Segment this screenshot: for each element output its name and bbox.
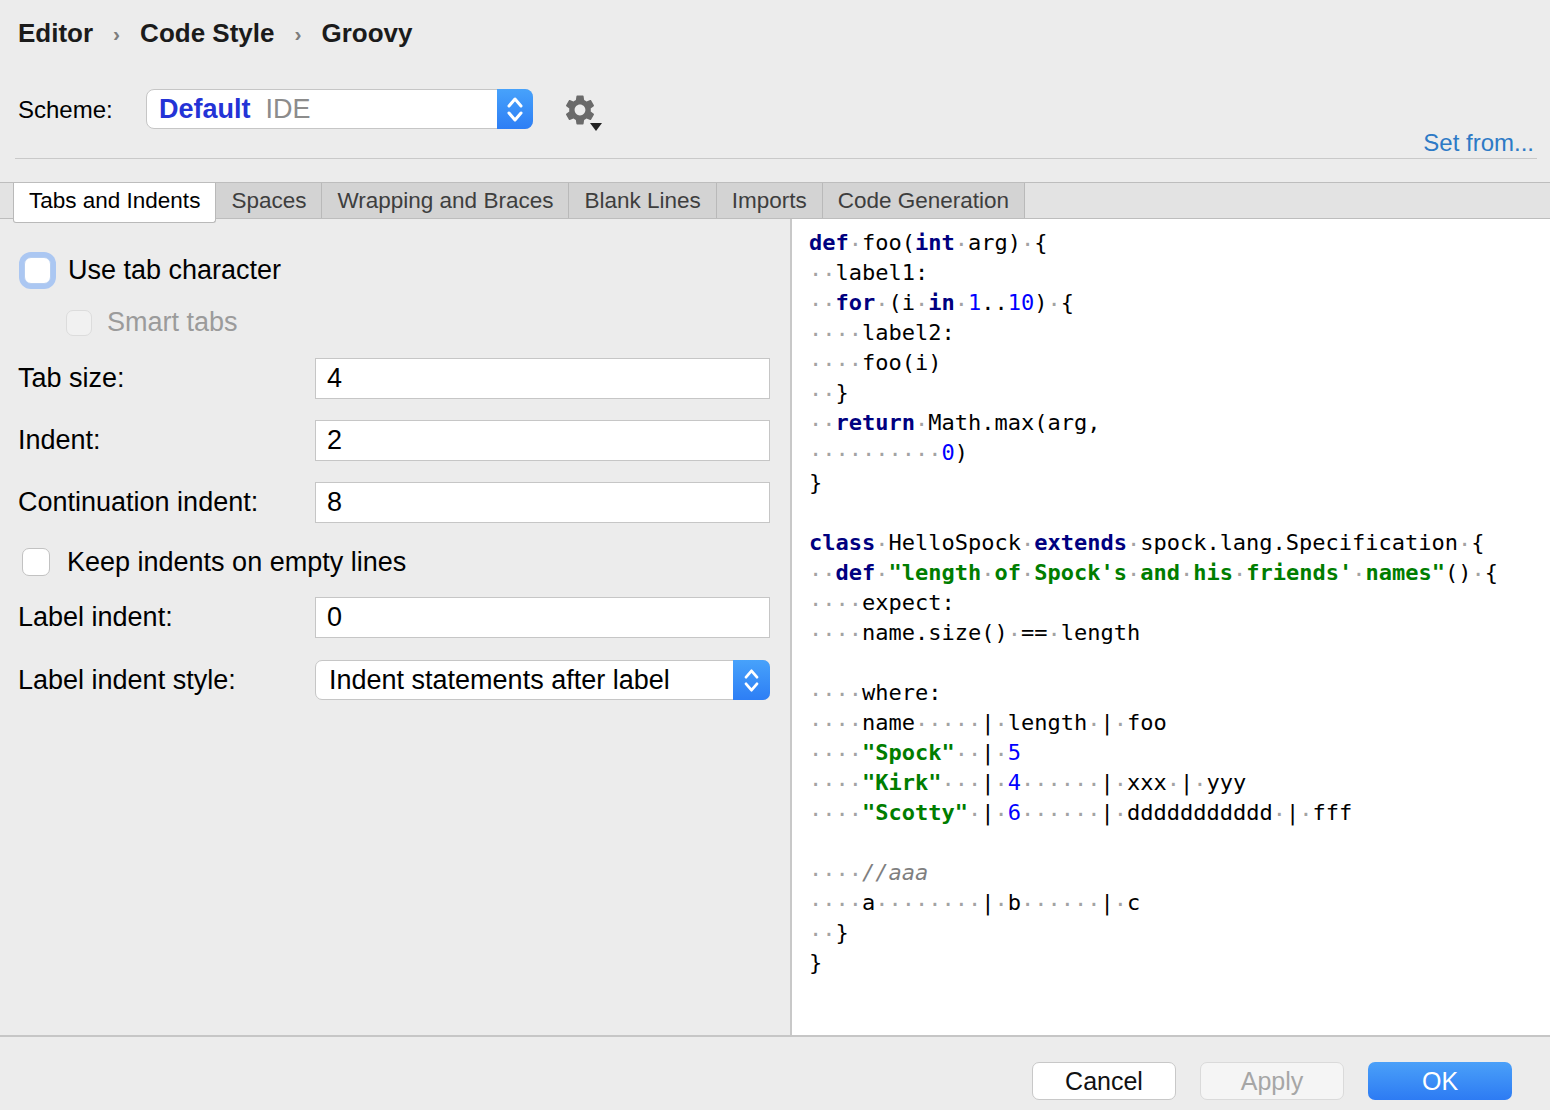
ok-button[interactable]: OK — [1368, 1062, 1512, 1100]
tab-spaces[interactable]: Spaces — [216, 183, 322, 218]
header-divider — [15, 158, 1537, 159]
set-from-link[interactable]: Set from... — [1423, 129, 1534, 157]
tab-wrapping-and-braces[interactable]: Wrapping and Braces — [322, 183, 569, 218]
breadcrumb-groovy: Groovy — [321, 18, 412, 49]
breadcrumb: Editor › Code Style › Groovy — [18, 18, 413, 49]
continuation-indent-label: Continuation indent: — [18, 487, 258, 518]
continuation-indent-input[interactable] — [315, 482, 770, 523]
apply-button[interactable]: Apply — [1200, 1062, 1344, 1100]
gear-dropdown-arrow-icon — [590, 123, 602, 131]
tab-size-input[interactable] — [315, 358, 770, 399]
smart-tabs-label: Smart tabs — [107, 307, 238, 338]
tab-size-label: Tab size: — [18, 363, 125, 394]
tab-tabs-and-indents[interactable]: Tabs and Indents — [13, 183, 216, 223]
tab-blank-lines[interactable]: Blank Lines — [569, 183, 716, 218]
tab-imports[interactable]: Imports — [717, 183, 823, 218]
keep-indents-label: Keep indents on empty lines — [67, 547, 406, 578]
scheme-value: Default — [159, 94, 251, 124]
use-tab-character-label: Use tab character — [68, 255, 281, 286]
scheme-combobox[interactable]: Default IDE — [146, 89, 533, 129]
breadcrumb-separator-icon: › — [294, 22, 301, 46]
code-preview: def·foo(int·arg)·{··label1:··for·(i·in·1… — [790, 219, 1550, 1035]
smart-tabs-checkbox — [66, 310, 92, 336]
scheme-label: Scheme: — [18, 96, 113, 124]
tab-code-generation[interactable]: Code Generation — [823, 183, 1025, 218]
label-indent-style-stepper-icon — [733, 660, 770, 700]
label-indent-style-label: Label indent style: — [18, 665, 236, 696]
keep-indents-checkbox[interactable] — [22, 548, 50, 576]
breadcrumb-separator-icon: › — [113, 22, 120, 46]
label-indent-style-dropdown[interactable]: Indent statements after label — [315, 660, 770, 700]
indent-label: Indent: — [18, 425, 101, 456]
settings-form: Use tab character Smart tabs Tab size: I… — [0, 219, 790, 1035]
label-indent-label: Label indent: — [18, 602, 173, 633]
label-indent-style-value: Indent statements after label — [316, 665, 670, 696]
breadcrumb-code-style[interactable]: Code Style — [140, 18, 274, 49]
dialog-footer: Cancel Apply OK — [0, 1035, 1550, 1110]
label-indent-input[interactable] — [315, 597, 770, 638]
tab-bar: Tabs and IndentsSpacesWrapping and Brace… — [0, 182, 1550, 219]
settings-dialog: Editor › Code Style › Groovy Scheme: Def… — [0, 0, 1550, 1110]
cancel-button[interactable]: Cancel — [1032, 1062, 1176, 1100]
breadcrumb-editor[interactable]: Editor — [18, 18, 93, 49]
scheme-value-suffix: IDE — [266, 94, 311, 124]
indent-input[interactable] — [315, 420, 770, 461]
scheme-combobox-stepper-icon[interactable] — [497, 89, 533, 129]
use-tab-character-checkbox[interactable] — [24, 257, 51, 284]
scheme-settings-gear-icon[interactable] — [562, 92, 602, 132]
